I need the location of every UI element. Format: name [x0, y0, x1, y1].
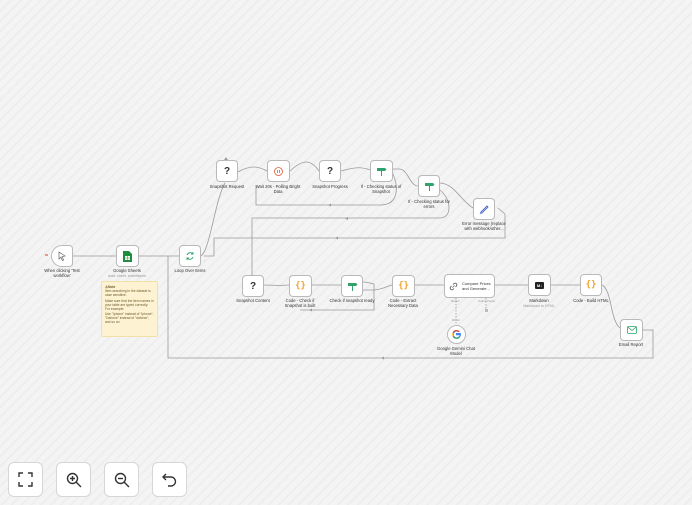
sticky-note[interactable]: ⚠Note Item searching in the dataset is c…: [101, 281, 158, 337]
loop-over-items-label: Loop Over Items: [174, 268, 206, 273]
snapshot-request-label: Snapshot Request: [209, 184, 245, 189]
loop-arrows-icon: [186, 252, 194, 260]
curly-braces-icon: {}: [585, 280, 597, 290]
code-extract-node[interactable]: {}: [392, 275, 415, 297]
curly-braces-icon: {}: [295, 281, 306, 291]
code-extract-label: Code - Extract Necessary Data: [388, 298, 418, 308]
arrow-head: [309, 308, 312, 312]
branch-sign-icon: [347, 283, 357, 291]
code-check-snapshot-label: Code - Check if Snapshot is built: [284, 298, 316, 308]
gemini-model-port-label: Model: [452, 318, 460, 322]
code-build-html-node[interactable]: {}: [580, 274, 602, 296]
pencil-icon: [479, 205, 489, 214]
cursor-click-icon: [58, 251, 66, 261]
compare-prices-label: Compare Prices and Generate...: [462, 281, 491, 291]
snapshot-progress-node[interactable]: ?: [319, 160, 341, 182]
connection-line: [204, 207, 506, 257]
google-sheets-label: Google Sheets read: sheet, sheetName: [107, 268, 147, 278]
workflow-connections: [45, 157, 654, 360]
question-mark-icon: ?: [326, 165, 334, 177]
google-sheets-icon: [123, 250, 132, 262]
error-message-node[interactable]: [473, 198, 495, 220]
compare-prices-node[interactable]: Compare Prices and Generate...: [444, 274, 495, 298]
connection-line: [237, 166, 268, 173]
manual-trigger-label: When clicking 'Test workflow': [44, 268, 80, 278]
arrow-head: [328, 203, 331, 207]
loop-done-port: ⋯: [203, 258, 206, 262]
link-icon: [449, 282, 458, 290]
google-sheets-node[interactable]: [116, 245, 139, 267]
workflow-canvas[interactable]: When clicking 'Test workflow' Google She…: [0, 0, 692, 505]
fit-view-button[interactable]: [8, 462, 43, 497]
if-checking-status-label: If - Checking status of Snapshot: [360, 184, 402, 194]
branch-sign-icon: [377, 168, 387, 176]
sticky-note-line: Make sure that the item names in your ta…: [105, 299, 154, 308]
error-message-label: Error message (replace with webhook/othe…: [462, 221, 506, 231]
undo-icon: [162, 473, 177, 487]
snapshot-request-node[interactable]: ?: [216, 160, 238, 182]
question-mark-icon: ?: [249, 280, 257, 292]
undo-button[interactable]: [152, 462, 187, 497]
connection-line: [289, 161, 320, 172]
fit-view-icon: [18, 472, 33, 487]
markdown-icon: M↓: [535, 281, 544, 289]
compare-model-port-label: Model*: [451, 299, 460, 303]
zoom-in-icon: [66, 472, 81, 487]
zoom-in-button[interactable]: [56, 462, 91, 497]
if-checking-status-node[interactable]: [370, 160, 393, 182]
loop-over-items-node[interactable]: [179, 245, 201, 267]
snapshot-content-label: Snapshot Content: [236, 298, 270, 303]
connection-line: [601, 284, 621, 329]
connection-line: [363, 284, 393, 291]
manual-trigger-node[interactable]: [51, 245, 73, 267]
zoom-out-icon: [114, 472, 129, 487]
pause-icon: [274, 166, 283, 176]
branch-sign-icon: [424, 183, 434, 191]
wait-node[interactable]: [267, 160, 290, 182]
connection-line: [340, 167, 371, 172]
arrow-head: [345, 217, 348, 220]
parser-add-port[interactable]: [484, 309, 488, 312]
gemini-model-label: Google Gemini Chat Model: [437, 346, 475, 356]
arrow-head: [381, 356, 384, 360]
compare-parser-port-label: Output Parser: [478, 299, 496, 303]
if-checking-errors-node[interactable]: [418, 175, 440, 197]
snapshot-content-node[interactable]: ?: [242, 275, 264, 297]
gemini-model-node[interactable]: [447, 325, 466, 344]
if-checking-errors-label: If - Checking status for errors: [408, 199, 450, 209]
markdown-node[interactable]: M↓: [528, 274, 551, 296]
email-report-label: Email Report: [618, 342, 644, 347]
code-check-snapshot-node[interactable]: {}: [289, 275, 312, 297]
email-report-node[interactable]: [620, 319, 643, 341]
curly-braces-icon: {}: [398, 281, 409, 291]
envelope-icon: [626, 326, 637, 334]
connection-line: [200, 182, 226, 257]
snapshot-progress-label: Snapshot Progress: [312, 184, 348, 189]
google-logo-icon: [452, 330, 461, 339]
code-build-html-label: Code - Build HTML: [573, 298, 609, 303]
sticky-note-line: Item searching in the dataset is case se…: [105, 289, 151, 298]
question-mark-icon: ?: [223, 165, 231, 177]
check-snapshot-ready-label: Check if snapshot ready: [329, 298, 375, 303]
sticky-note-line: Use "Iphone" instead of "iphone", "Dafor…: [105, 311, 154, 324]
zoom-out-button[interactable]: [104, 462, 139, 497]
arrow-head: [335, 236, 338, 240]
check-snapshot-ready-node[interactable]: [341, 275, 363, 297]
